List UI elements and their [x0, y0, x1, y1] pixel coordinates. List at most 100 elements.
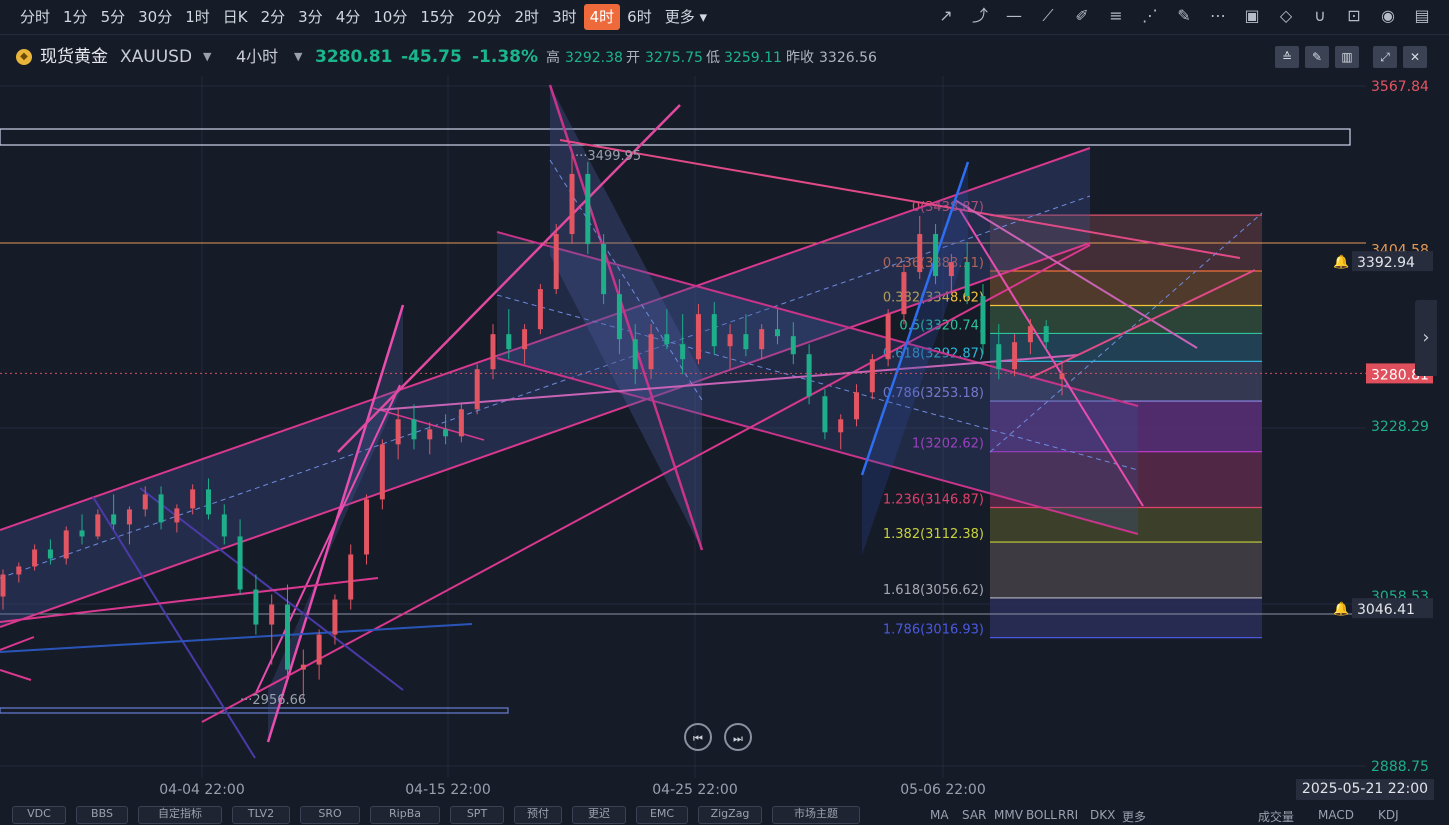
candle-body-46 — [727, 334, 733, 347]
bottom-tab-6[interactable]: SPT — [450, 806, 504, 824]
candle-body-22 — [348, 554, 354, 600]
candle-body-6 — [95, 514, 101, 537]
crosshair-date-tag: 2025-05-21 22:00 — [1296, 779, 1434, 800]
bottom-tab-4[interactable]: SRO — [300, 806, 360, 824]
candle-body-2 — [32, 549, 38, 567]
candle-body-26 — [411, 419, 417, 440]
indicator-6[interactable]: 更多 — [1122, 808, 1146, 825]
candle-body-42 — [664, 334, 670, 345]
bell-icon[interactable]: 🔔 — [1333, 601, 1349, 617]
bottom-tab-7[interactable]: 预付 — [514, 806, 562, 824]
candle-body-44 — [695, 314, 701, 360]
indicator-1[interactable]: SAR — [962, 808, 986, 822]
candle-body-24 — [379, 444, 385, 500]
fib-label-9: 1.618(3056.62) — [883, 583, 984, 598]
price-axis: 3567.843404.583228.293058.532888.75🔔 3392… — [1333, 76, 1449, 778]
bottom-tab-2[interactable]: 自定指标 — [138, 806, 222, 824]
candle-body-48 — [759, 329, 765, 350]
candle-body-17 — [269, 604, 275, 625]
candle-body-43 — [680, 344, 686, 360]
candle-body-0 — [0, 574, 6, 597]
y-tick-4: 2888.75 — [1371, 759, 1429, 775]
scroll-end-icon[interactable]: ⏭ — [724, 723, 752, 751]
candle-body-7 — [111, 514, 117, 525]
bottom-tab-11[interactable]: 市场主题 — [772, 806, 860, 824]
price-chart[interactable]: 0(3438.87)0.236(3383.11)0.382(3348.62)0.… — [0, 0, 1449, 816]
extreme-label-1: ···2956.66 — [240, 693, 306, 708]
sub-indicator-0[interactable]: 成交量 — [1258, 808, 1294, 825]
indicator-5[interactable]: DKX — [1090, 808, 1115, 822]
x-tick-0: 04-04 22:00 — [159, 782, 244, 798]
candle-body-25 — [395, 419, 401, 445]
chevron-right-icon[interactable]: › — [1415, 300, 1437, 376]
bottom-tab-10[interactable]: ZigZag — [698, 806, 762, 824]
bottom-tab-3[interactable]: TLV2 — [232, 806, 290, 824]
candle-body-63 — [996, 344, 1002, 370]
candle-body-29 — [458, 409, 464, 437]
candle-body-4 — [63, 530, 69, 559]
candle-body-1 — [16, 566, 22, 575]
candle-body-39 — [616, 294, 622, 340]
candle-body-14 — [221, 514, 227, 537]
candle-body-18 — [285, 604, 291, 670]
candle-body-50 — [790, 336, 796, 355]
candle-body-62 — [980, 296, 986, 345]
candle-body-49 — [774, 329, 780, 337]
candle-body-51 — [806, 354, 812, 397]
scroll-start-icon[interactable]: ⏮ — [684, 723, 712, 751]
extreme-label-0: ···3499.95 — [575, 149, 641, 164]
x-tick-2: 04-25 22:00 — [652, 782, 737, 798]
candle-body-28 — [443, 429, 449, 437]
fib-zone-8 — [990, 542, 1262, 598]
indicator-3[interactable]: BOLL — [1026, 808, 1057, 822]
sub-indicator-2[interactable]: KDJ — [1378, 808, 1399, 822]
pink-stub-left[interactable] — [0, 636, 35, 651]
bottom-tab-8[interactable]: 更迟 — [572, 806, 626, 824]
candle-body-12 — [190, 489, 196, 509]
candle-body-47 — [743, 334, 749, 350]
candle-body-11 — [174, 508, 180, 523]
indicator-0[interactable]: MA — [930, 808, 949, 822]
candle-body-41 — [648, 334, 654, 370]
candle-body-40 — [632, 339, 638, 370]
candle-body-36 — [569, 173, 575, 235]
candle-body-33 — [522, 329, 528, 350]
blue-support-line[interactable] — [0, 623, 473, 653]
candle-body-3 — [47, 549, 53, 559]
candle-body-55 — [869, 359, 875, 393]
support-zone-rect[interactable] — [0, 707, 509, 714]
candle-body-21 — [332, 599, 338, 635]
candle-body-16 — [253, 589, 259, 625]
candle-body-9 — [142, 494, 148, 510]
x-tick-3: 05-06 22:00 — [900, 782, 985, 798]
bell-icon[interactable]: 🔔 — [1333, 254, 1349, 270]
fib-zone-9 — [990, 597, 1262, 638]
candle-body-57 — [901, 272, 907, 315]
candle-body-64 — [1012, 342, 1018, 370]
bottom-tab-1[interactable]: BBS — [76, 806, 128, 824]
candle-body-32 — [506, 334, 512, 350]
indicator-2[interactable]: MMV — [994, 808, 1023, 822]
candle-body-38 — [601, 244, 607, 295]
pink-stub-left-2[interactable] — [0, 669, 32, 681]
candle-body-54 — [854, 392, 860, 420]
candle-body-45 — [711, 314, 717, 347]
candle-body-58 — [917, 234, 923, 273]
candle-body-10 — [158, 494, 164, 523]
bottom-tab-5[interactable]: RipBa — [370, 806, 440, 824]
sub-indicator-1[interactable]: MACD — [1318, 808, 1354, 822]
candle-body-34 — [537, 289, 543, 330]
indicator-4[interactable]: RRI — [1058, 808, 1078, 822]
time-axis: 04-04 22:00 04-15 22:00 04-25 22:00 05-06 2… — [159, 782, 985, 798]
candle-body-56 — [885, 314, 891, 360]
bottom-tab-0[interactable]: VDC — [12, 806, 66, 824]
candle-body-59 — [933, 234, 939, 277]
bottom-tab-9[interactable]: EMC — [636, 806, 688, 824]
candle-body-30 — [474, 369, 480, 410]
fib-label-7: 1.236(3146.87) — [883, 493, 984, 508]
candle-body-13 — [205, 489, 211, 515]
fib-label-10: 1.786(3016.93) — [883, 623, 984, 638]
candle-body-5 — [79, 530, 85, 537]
candle-body-20 — [316, 634, 322, 665]
price-tag-2: 3046.41 — [1357, 602, 1415, 618]
